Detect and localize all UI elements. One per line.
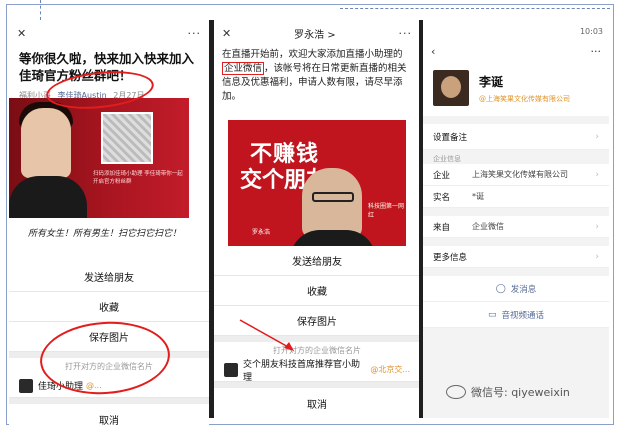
row-value: 企业微信 — [472, 222, 505, 231]
article-topbar: ✕ ··· — [9, 20, 209, 46]
avatar — [224, 362, 238, 377]
av-call-label: 音视频通话 — [501, 310, 545, 321]
highlight-wecom: 企业微信 — [222, 62, 265, 75]
cancel-button[interactable]: 取消 — [9, 404, 209, 432]
more-icon[interactable]: ··· — [591, 45, 602, 58]
status-bar: 10:03 — [423, 20, 609, 42]
chevron-right-icon: › — [595, 169, 599, 180]
contact-name: 李诞 — [479, 74, 504, 89]
card-name: 交个朋友科技首席推荐官小助理 — [243, 359, 361, 383]
panel-contact-profile: 10:03 ‹ ··· 李诞 @上海笑果文化传媒有限公司 设置备注 › 企业信息… — [423, 20, 609, 418]
row-value: 上海笑果文化传媒有限公司 — [472, 170, 569, 179]
selection-dash — [340, 8, 610, 9]
row-label: 实名 — [433, 192, 451, 203]
info-row-realname: 实名 *诞 — [423, 186, 609, 208]
avatar[interactable] — [433, 70, 469, 106]
set-remark-label: 设置备注 — [433, 132, 468, 143]
poster-side-text: 科技圈第一网红 — [368, 203, 405, 219]
chevron-right-icon: › — [595, 251, 599, 262]
account-title[interactable]: 罗永浩 > — [294, 26, 336, 41]
screenshot-frame: ✕ ··· 等你很久啦，快来加入快来加入佳琦官方粉丝群吧！ 福利小哥 李佳琦Au… — [0, 0, 619, 432]
send-message-button[interactable]: ◯ 发消息 — [423, 276, 609, 302]
info-row-from[interactable]: 来自 企业微信 › — [423, 216, 609, 238]
watermark-text: 微信号: qiyeweixin — [471, 386, 570, 399]
jiaqi-poster-image[interactable]: 扫码添加佳琦小助理 李佳琦带你一起开启官方粉丝群 — [9, 98, 189, 218]
back-icon[interactable]: ‹ — [431, 45, 435, 58]
close-icon[interactable]: ✕ — [222, 27, 231, 40]
cancel-button[interactable]: 取消 — [214, 388, 420, 418]
section-label: 企业信息 — [433, 155, 461, 163]
poster-caption: 扫码添加佳琦小助理 李佳琦带你一起开启官方粉丝群 — [93, 171, 183, 185]
poster-headline-1: 不赚钱 — [250, 142, 320, 167]
row-label: 来自 — [433, 222, 451, 233]
favorite-button[interactable]: 收藏 — [9, 292, 209, 322]
profile-header: 李诞 @上海笑果文化传媒有限公司 — [423, 60, 609, 116]
watermark: 微信号: qiyeweixin — [446, 384, 570, 400]
qr-code — [101, 112, 153, 164]
send-to-friend-button[interactable]: 发送给朋友 — [9, 262, 209, 292]
more-icon[interactable]: ··· — [399, 27, 413, 40]
row-value: *诞 — [472, 192, 485, 201]
info-row-company[interactable]: 企业 上海笑果文化传媒有限公司 › — [423, 164, 609, 186]
annotation-arrow — [239, 319, 294, 351]
info-row-more[interactable]: 更多信息 › — [423, 246, 609, 268]
av-call-button[interactable]: ▭ 音视频通话 — [423, 302, 609, 328]
wechat-icon — [446, 385, 466, 399]
wecom-card-item[interactable]: 交个朋友科技首席推荐官小助理 @北京交... — [214, 358, 420, 383]
selection-dash-left — [40, 0, 41, 20]
article-topbar-2: ✕ 罗永浩 > ··· — [214, 20, 420, 46]
intro-text-a: 在直播开始前，欢迎大家添加直播小助理的 — [222, 49, 403, 60]
send-to-friend-button[interactable]: 发送给朋友 — [214, 246, 420, 276]
video-icon: ▭ — [487, 309, 497, 320]
luo-poster-image[interactable]: 不赚钱 交个朋友 科技圈第一网红 罗永浩 — [228, 120, 406, 270]
favorite-button[interactable]: 收藏 — [214, 276, 420, 306]
poster-script-text: 所有女生！所有男生！扫它扫它扫它！ — [28, 229, 182, 239]
card-corp: @北京交... — [370, 365, 410, 374]
chevron-right-icon: › — [595, 131, 599, 142]
close-icon[interactable]: ✕ — [17, 27, 26, 40]
more-icon[interactable]: ··· — [188, 27, 202, 40]
chevron-right-icon: › — [595, 221, 599, 232]
status-time: 10:03 — [579, 26, 603, 36]
article-intro: 在直播开始前，欢迎大家添加直播小助理的企业微信 ，该帐号将在日常更新直播的相关信息… — [214, 46, 420, 106]
profile-nav: ‹ ··· — [423, 42, 609, 60]
contact-company: @上海笑果文化传媒有限公司 — [479, 94, 570, 103]
poster-name-label: 罗永浩 — [252, 229, 271, 236]
chat-icon: ◯ — [495, 283, 506, 294]
set-remark-row[interactable]: 设置备注 › — [423, 124, 609, 150]
row-label: 企业 — [433, 170, 451, 181]
send-message-label: 发消息 — [510, 284, 537, 295]
row-label: 更多信息 — [433, 252, 468, 263]
avatar — [19, 378, 33, 393]
